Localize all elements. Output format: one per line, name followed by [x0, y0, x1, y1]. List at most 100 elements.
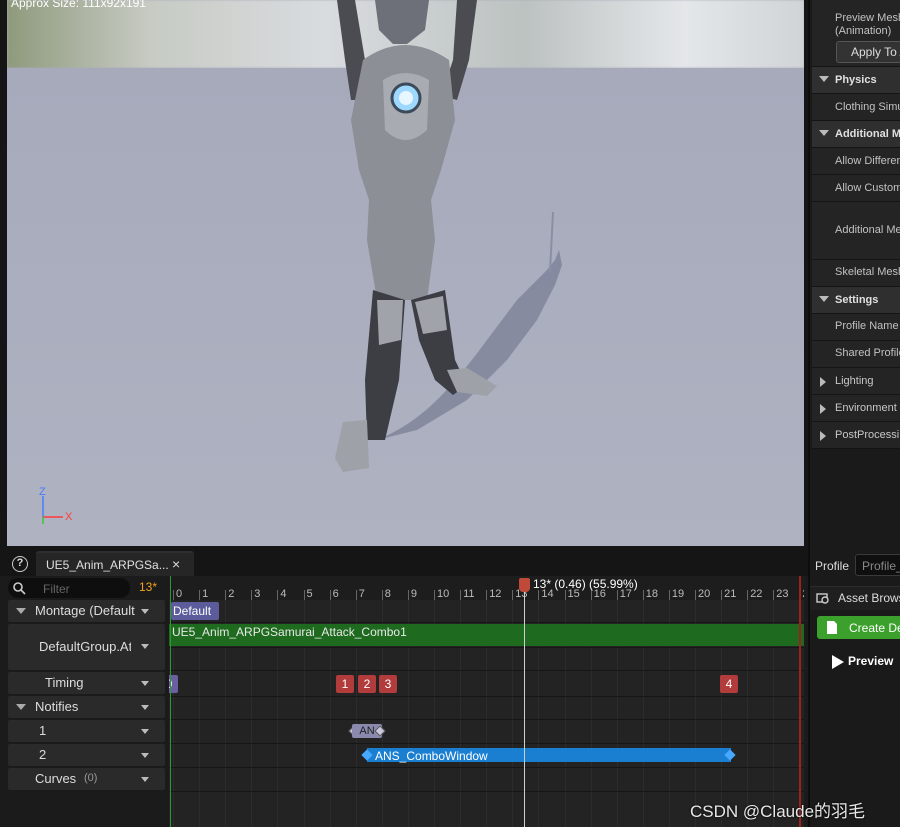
ruler-tick-label: 7	[358, 588, 365, 600]
ruler-tick-mark	[695, 590, 696, 600]
timing-marker[interactable]: 4	[720, 675, 738, 693]
axis-z-label: Z	[39, 486, 46, 498]
dropdown-icon[interactable]	[141, 729, 149, 734]
preview-viewport[interactable]: Approx Size: 111x92x191 Z X	[7, 0, 804, 546]
section-environment[interactable]: Environment	[812, 395, 900, 422]
profile-input[interactable]: Profile_0	[855, 554, 900, 576]
timing-marker[interactable]: 3	[379, 675, 397, 693]
timeline[interactable]: 0123456789101112131415161718192021222324…	[169, 576, 804, 827]
search-icon	[13, 582, 26, 595]
end-marker	[799, 576, 801, 827]
chevron-down-icon	[819, 76, 829, 82]
dropdown-icon[interactable]	[141, 705, 149, 710]
row-skeletal-mesh: Skeletal Mesh	[812, 260, 900, 287]
ruler-tick-label: 1	[202, 588, 209, 600]
track-default-group[interactable]: DefaultGroup.Attack	[8, 624, 165, 670]
play-icon[interactable]	[832, 655, 844, 669]
dropdown-icon[interactable]	[141, 644, 149, 649]
dropdown-icon[interactable]	[141, 609, 149, 614]
playhead-label: 13* (0.46) (55.99%)	[533, 577, 638, 591]
row-divider	[169, 791, 804, 792]
ruler-tick-mark	[486, 590, 488, 600]
track-montage[interactable]: Montage (Default)	[8, 600, 165, 622]
track-default-group-label: DefaultGroup.Attack	[39, 639, 131, 654]
notify-state-label: ANS_ComboWindow	[375, 749, 488, 763]
filter-input[interactable]: Filter	[8, 578, 130, 598]
playhead-handle[interactable]	[519, 578, 530, 592]
preview-scene-panel: Profile Profile_0 Asset Browser Create D…	[808, 548, 900, 827]
row-allow-custom: Allow Custom	[812, 175, 900, 202]
row-additional-mesh: Additional Meshes	[812, 202, 900, 260]
track-list: Filter 13* Montage (Default) DefaultGrou…	[0, 576, 169, 827]
track-notify-2-label: 2	[39, 747, 47, 762]
apply-to-asset-button[interactable]: Apply To Asset	[836, 41, 900, 63]
track-notify-1[interactable]: 1	[8, 720, 165, 742]
ruler-tick-label: 3	[254, 588, 261, 600]
ruler-tick-mark	[277, 590, 279, 600]
row-divider	[169, 622, 804, 623]
preview-label[interactable]: Preview	[848, 654, 893, 668]
row-profile-name-label: Profile Name	[835, 320, 899, 332]
tab-montage-asset[interactable]: UE5_Anim_ARPGSa... ×	[36, 551, 194, 576]
character-mesh	[335, 0, 562, 472]
ruler-tick-mark	[642, 590, 644, 600]
ruler-tick-label: 24	[802, 588, 804, 600]
ruler-tick-mark	[668, 590, 670, 600]
ruler-tick-mark	[512, 590, 514, 600]
ruler-tick-label: 9	[410, 588, 418, 600]
row-additional-mesh-label: Additional Meshes	[835, 224, 900, 236]
section-settings[interactable]: Settings	[812, 287, 900, 314]
timing-marker[interactable]: 2	[358, 675, 376, 693]
chevron-down-icon	[819, 296, 829, 302]
chevron-down-icon	[16, 608, 26, 614]
ruler-tick-mark	[303, 590, 305, 600]
preview-mesh-sublabel: (Animation)	[835, 25, 892, 37]
asset-browser-label: Asset Browser	[838, 591, 900, 605]
ruler-tick-label: 20	[698, 588, 711, 600]
track-timing[interactable]: Timing	[8, 672, 165, 694]
ruler-tick-mark	[434, 590, 435, 600]
dropdown-icon[interactable]	[141, 753, 149, 758]
chevron-down-icon	[819, 130, 829, 136]
row-allow-custom-label: Allow Custom	[835, 182, 900, 194]
timeline-ruler[interactable]: 0123456789101112131415161718192021222324	[169, 576, 804, 600]
ruler-tick-mark	[590, 590, 592, 600]
montage-tabbar: ? UE5_Anim_ARPGSa... ×	[0, 548, 808, 576]
ruler-tick-label: 5	[306, 588, 313, 600]
ruler-tick-label: 21	[724, 588, 737, 600]
section-postprocessing-label: PostProcessing	[835, 429, 900, 441]
dropdown-icon[interactable]	[141, 777, 149, 782]
section-lighting[interactable]: Lighting	[812, 368, 900, 395]
chevron-right-icon	[820, 404, 826, 414]
track-notify-1-label: 1	[39, 723, 47, 738]
ruler-tick-label: 4	[280, 588, 287, 600]
preview-mesh-label: Preview Mesh	[835, 12, 900, 24]
create-default-label: Create Default	[849, 621, 900, 635]
ruler-tick-mark	[721, 590, 723, 600]
dropdown-icon[interactable]	[141, 681, 149, 686]
ruler-tick-mark	[407, 590, 409, 600]
row-divider	[169, 696, 804, 697]
slot-default[interactable]: Default	[171, 602, 219, 620]
track-curves[interactable]: Curves (0)	[8, 768, 165, 790]
track-notify-2[interactable]: 2	[8, 744, 165, 766]
timing-marker[interactable]: 1	[336, 675, 354, 693]
ruler-tick-mark	[460, 590, 462, 600]
ruler-tick-mark	[355, 590, 357, 600]
montage-editor: ? UE5_Anim_ARPGSa... × Filter 13* Montag…	[0, 548, 808, 827]
help-icon[interactable]: ?	[12, 556, 28, 572]
details-panel: Preview Mesh (Animation) Apply To Asset …	[808, 0, 900, 548]
track-montage-label: Montage (Default)	[35, 603, 135, 618]
section-physics[interactable]: Physics	[812, 67, 900, 94]
ruler-tick-label: 22	[750, 588, 763, 600]
anim-segment-label: UE5_Anim_ARPGSamurai_Attack_Combo1	[172, 625, 407, 639]
row-divider	[169, 743, 804, 744]
axis-x-label: X	[65, 511, 73, 523]
track-notifies[interactable]: Notifies	[8, 696, 165, 718]
section-additional-meshes[interactable]: Additional Meshes	[812, 121, 900, 148]
ruler-tick-label: 12	[489, 588, 502, 600]
current-frame-readout: 13*	[139, 580, 158, 594]
close-icon[interactable]: ×	[172, 556, 180, 572]
row-profile-name: Profile Name	[812, 314, 900, 341]
section-postprocessing[interactable]: PostProcessing	[812, 422, 900, 449]
